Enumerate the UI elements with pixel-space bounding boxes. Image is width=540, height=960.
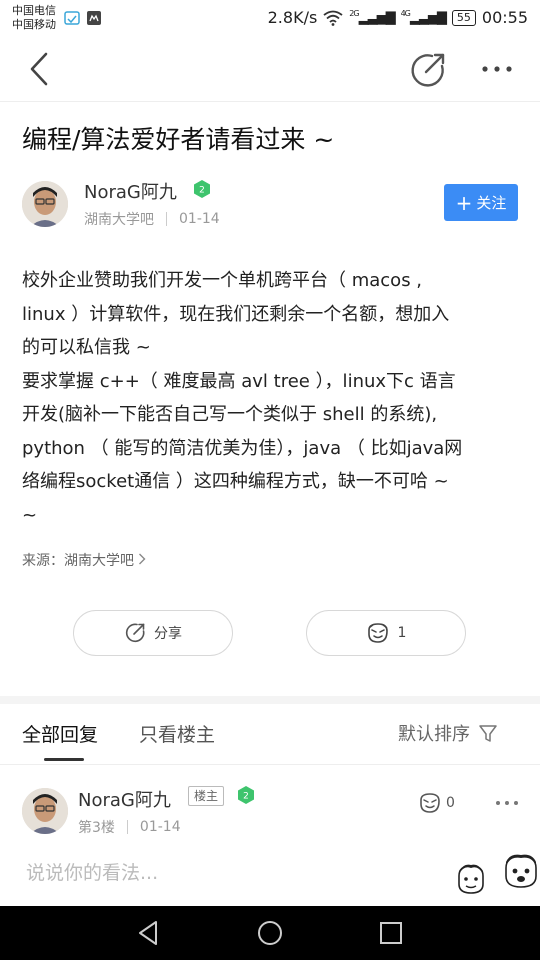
filter-icon [479,725,497,742]
source-forum: 湖南大学吧 [64,553,134,569]
more-options-icon[interactable] [478,56,516,82]
share-icon [125,623,145,643]
back-arrow-icon[interactable] [22,50,58,88]
carrier-1: 中国电信 [12,4,56,17]
author-name[interactable]: NoraG阿九 [84,178,177,204]
battery-indicator: 55 [451,9,476,26]
reply-more-icon[interactable] [494,794,520,812]
notification-icon [64,11,80,25]
author-forum[interactable]: 湖南大学吧 [84,209,154,229]
wifi-icon [323,10,343,26]
plus-icon: + [455,190,473,215]
section-divider [0,696,540,704]
post-body-line: 要求掌握 c++（ 难度最高 avl tree ），linux下c 语言 [22,370,456,392]
reply-like-count: 0 [446,795,455,811]
status-time: 00:55 [481,8,528,27]
reply-meta: 第3楼 01-14 [78,817,181,837]
sticker-panel-icon[interactable] [502,852,540,890]
chevron-right-icon [139,553,146,565]
like-emoji-icon [420,793,440,813]
nav-home-icon[interactable] [255,918,285,948]
post-title: 编程/算法爱好者请看过来 ~ [22,125,335,154]
author-meta: 湖南大学吧 01-14 [84,209,220,229]
follow-button[interactable]: + 关注 [444,184,518,221]
follow-label: 关注 [476,194,507,212]
post-body-line: 的可以私信我 ~ [22,337,151,358]
share-label: 分享 [154,626,182,642]
post-body-line: python （ 能写的简洁优美为佳），java （ 比如java网 [22,437,463,459]
post-body-line: linux ）计算软件，现在我们还剩余一个名额，想加入 [22,303,450,325]
tab-owner-only[interactable]: 只看楼主 [139,720,215,747]
reply-floor: 第3楼 [78,820,115,836]
level-badge-icon: 2 [238,786,254,804]
owner-tag: 楼主 [188,786,225,806]
reply-author-name[interactable]: NoraG阿九 [78,786,171,812]
system-navigation-bar [0,906,540,960]
sticker-emoji-icon[interactable] [454,862,488,896]
svg-text:2: 2 [243,792,249,802]
share-icon[interactable] [408,50,448,90]
meta-divider [126,820,128,834]
like-emoji-icon [367,623,388,643]
like-count: 1 [397,625,407,641]
source-label: 来源： [22,553,64,569]
carrier-2: 中国移动 [12,18,56,31]
sim1-signal-icon: 2G▂▃▅▇ [349,9,395,26]
meta-divider [166,212,167,226]
like-button[interactable]: 1 [306,610,466,656]
post-date: 01-14 [179,211,220,227]
sim2-signal-icon: 4G▂▃▅▇ [400,9,447,26]
post-body: 校外企业赞助我们开发一个单机跨平台（ macos , linux ）计算软件，现… [22,264,518,532]
net-speed: 2.8K/s [267,8,318,27]
nav-back-icon[interactable] [134,918,164,948]
author-avatar[interactable] [22,181,68,227]
carrier-labels: 中国电信 中国移动 [12,4,56,32]
share-button[interactable]: 分享 [73,610,233,656]
post-body-line: 校外企业赞助我们开发一个单机跨平台（ macos , [22,270,423,291]
avatar-image [22,788,68,834]
svg-text:2: 2 [199,186,205,196]
nav-recent-apps-icon[interactable] [376,918,406,948]
level-badge-icon: 2 [194,180,210,198]
sort-label: 默认排序 [398,724,470,745]
reply-avatar[interactable] [22,788,68,834]
post-body-line: 开发(脑补一下能否自己写一个类似于 shell 的系统), [22,404,438,425]
active-tab-indicator [44,758,84,761]
source-link[interactable]: 来源：湖南大学吧 [22,550,146,570]
status-bar: 中国电信 中国移动 2.8K/s 2G▂▃▅▇ 4G▂▃▅▇ 55 00:55 [0,0,540,36]
comment-input[interactable]: 说说你的看法... [26,858,158,885]
avatar-image [22,181,68,227]
post-body-line: ~ [22,504,38,526]
sort-dropdown[interactable]: 默认排序 [398,720,498,746]
reply-like-button[interactable]: 0 [418,792,455,814]
top-navigation [0,36,540,102]
tab-divider [0,764,540,765]
tab-all-replies[interactable]: 全部回复 [22,720,98,747]
app-notification-icon [87,11,101,25]
post-body-line: 络编程socket通信 ）这四种编程方式，缺一不可哈 ~ [22,471,449,492]
reply-date: 01-14 [139,819,181,835]
